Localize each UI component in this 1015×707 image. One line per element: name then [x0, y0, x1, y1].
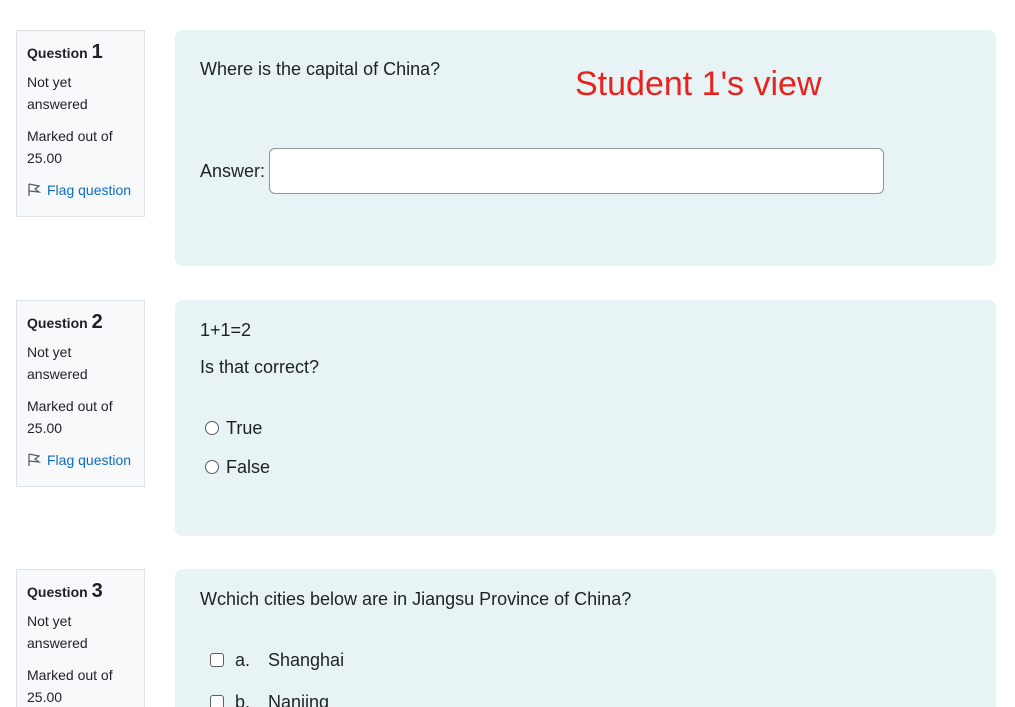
- question-3-text: Wchich cities below are in Jiangsu Provi…: [200, 589, 632, 609]
- radio-button[interactable]: [205, 421, 219, 435]
- question-2-flag-button[interactable]: Flag question: [27, 449, 134, 471]
- question-1-number: 1: [91, 41, 103, 63]
- question-2-status: Not yet answered: [27, 344, 88, 382]
- question-1-marks: Marked out of 25.00: [27, 128, 113, 166]
- question-3-content: Wchich cities below are in Jiangsu Provi…: [175, 569, 996, 707]
- question-1-status: Not yet answered: [27, 74, 88, 112]
- question-1-answer-row: Answer:: [200, 148, 885, 194]
- question-2-option-false[interactable]: False: [205, 455, 270, 479]
- question-2-option-false-label: False: [226, 457, 271, 477]
- question-2-option-true-label: True: [226, 418, 263, 438]
- question-3-option-a-letter: a.: [235, 650, 251, 670]
- question-1-text: Where is the capital of China?: [200, 59, 441, 79]
- question-3-option-b-label: Nanjing: [268, 692, 330, 707]
- question-2-info: Question 2 Not yet answered Marked out o…: [16, 300, 145, 487]
- checkbox[interactable]: [210, 695, 224, 707]
- question-2-title: Question 2: [27, 311, 134, 334]
- question-3-title-prefix: Question: [27, 584, 88, 600]
- quiz-page: Question 1 Not yet answered Marked out o…: [0, 0, 1015, 707]
- checkbox[interactable]: [210, 653, 224, 667]
- student-view-watermark: Student 1's view: [575, 65, 822, 103]
- flag-icon: [27, 453, 41, 467]
- question-2-text: 1+1=2: [200, 320, 252, 340]
- question-1-title-prefix: Question: [27, 45, 88, 61]
- question-3-option-b[interactable]: b. Nanjing: [210, 690, 329, 707]
- question-2-prompt: Is that correct?: [200, 357, 320, 377]
- question-3-status: Not yet answered: [27, 613, 88, 651]
- question-1-answer-input[interactable]: [269, 148, 885, 194]
- question-1-content: Where is the capital of China? Student 1…: [175, 30, 996, 266]
- question-1-flag-button[interactable]: Flag question: [27, 179, 134, 201]
- question-2-title-prefix: Question: [27, 315, 88, 331]
- question-2-number: 2: [91, 311, 103, 333]
- question-3-option-a[interactable]: a. Shanghai: [210, 648, 344, 672]
- flag-icon: [27, 183, 41, 197]
- question-3-number: 3: [91, 580, 103, 602]
- question-3-option-b-letter: b.: [235, 692, 251, 707]
- question-2-marks: Marked out of 25.00: [27, 398, 113, 436]
- radio-button[interactable]: [205, 460, 219, 474]
- question-2-content: 1+1=2 Is that correct? True False: [175, 300, 996, 536]
- question-1-answer-label: Answer:: [200, 160, 266, 181]
- question-1-info: Question 1 Not yet answered Marked out o…: [16, 30, 145, 217]
- question-3-option-a-label: Shanghai: [268, 650, 345, 670]
- question-1-flag-label: Flag question: [47, 182, 132, 198]
- question-3-title: Question 3: [27, 580, 134, 603]
- question-3-info: Question 3 Not yet answered Marked out o…: [16, 569, 145, 707]
- question-1-title: Question 1: [27, 41, 134, 64]
- question-2-option-true[interactable]: True: [205, 416, 262, 440]
- question-3-marks: Marked out of 25.00: [27, 667, 113, 705]
- question-2-flag-label: Flag question: [47, 452, 132, 468]
